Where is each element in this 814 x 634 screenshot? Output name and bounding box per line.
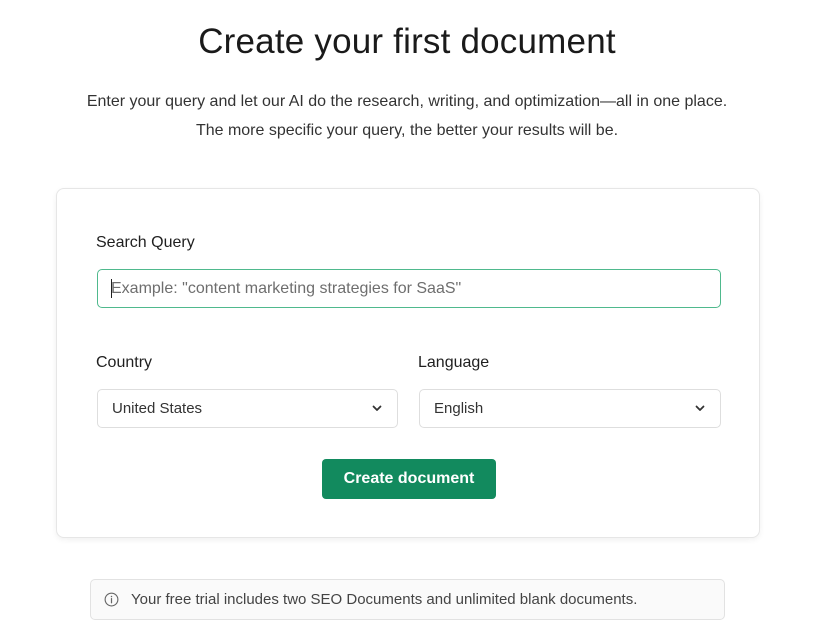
language-select[interactable]: English	[419, 389, 721, 428]
country-select-value: United States	[112, 400, 203, 417]
language-select-value: English	[434, 400, 484, 417]
page-title: Create your first document	[198, 22, 616, 61]
text-caret	[111, 279, 112, 298]
language-label: Language	[418, 354, 490, 371]
free-trial-notice: Your free trial includes two SEO Documen…	[90, 579, 725, 620]
create-document-page: Create your first document Enter your qu…	[0, 0, 814, 634]
country-label: Country	[96, 354, 153, 371]
search-query-label: Search Query	[96, 234, 195, 251]
chevron-down-icon	[694, 403, 706, 415]
page-subtitle-line-1: Enter your query and let our AI do the r…	[86, 93, 728, 110]
search-query-input[interactable]	[97, 269, 721, 308]
page-subtitle-line-2: The more specific your query, the better…	[195, 122, 619, 139]
country-select[interactable]: United States	[97, 389, 398, 428]
create-document-form-card: Search Query Country United States Langu…	[56, 188, 760, 538]
info-icon	[103, 592, 119, 608]
chevron-down-icon	[371, 403, 383, 415]
create-document-button[interactable]: Create document	[322, 459, 496, 499]
free-trial-notice-text: Your free trial includes two SEO Documen…	[131, 591, 638, 608]
